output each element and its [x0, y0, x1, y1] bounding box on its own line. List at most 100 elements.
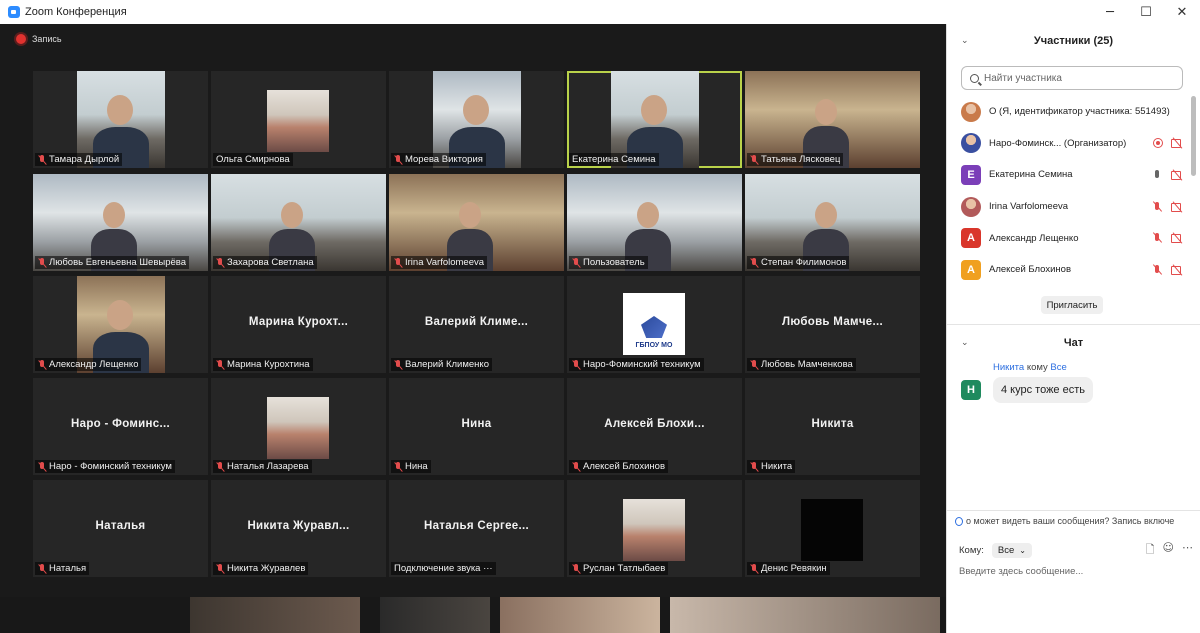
mic-muted-icon [216, 257, 225, 268]
tile-display-name: Наталья Сергее... [423, 520, 529, 532]
emoji-icon[interactable]: ☺ [1163, 541, 1174, 560]
mic-icon[interactable] [1151, 169, 1163, 180]
video-tile[interactable]: Денис Ревякин [745, 480, 920, 577]
participant-name: Пользователь [583, 257, 645, 268]
participant-name: Наро-Фоминск... (Организатор) [989, 137, 1127, 149]
mic-muted-icon [750, 563, 759, 574]
participant-search-input[interactable]: Найти участника [961, 66, 1183, 90]
cam-muted-icon[interactable] [1171, 170, 1183, 180]
participant-row[interactable]: Irina Varfolomeeva [961, 191, 1183, 223]
chat-to-prefix: кому [1026, 362, 1048, 373]
tile-name-bar: Никита Журавлев [213, 562, 309, 575]
person-silhouette [463, 95, 489, 125]
collapse-chevron-icon[interactable]: ⌄ [961, 36, 969, 46]
rec-icon[interactable] [1153, 138, 1163, 149]
recipient-select[interactable]: Все ⌄ [991, 543, 1032, 558]
video-tile[interactable]: Ольга Смирнова [211, 71, 386, 168]
tile-name-bar: Степан Филимонов [747, 256, 850, 269]
zoom-window: Zoom Конференция ─ ☐ ✕ Запись Тамара Дыр… [0, 0, 1200, 633]
file-icon[interactable]: 🗋 [1146, 541, 1155, 560]
cam-muted-icon[interactable] [1171, 265, 1183, 275]
chevron-down-icon: ⌄ [1019, 546, 1026, 555]
minimize-button[interactable]: ─ [1092, 0, 1128, 24]
mic-muted-icon [216, 563, 225, 574]
tile-name-bar: Никита [747, 460, 796, 473]
video-tile[interactable]: Irina Varfolomeeva [389, 174, 564, 271]
video-tile[interactable]: Александр Лещенко [33, 276, 208, 373]
invite-button[interactable]: Пригласить [1041, 296, 1103, 314]
video-tile[interactable]: Любовь Мамче... Любовь Мамченкова [745, 276, 920, 373]
mic-muted-icon [38, 154, 47, 165]
participant-row[interactable]: A Алексей Блохинов [961, 254, 1183, 286]
video-tile[interactable]: Екатерина Семина [567, 71, 742, 168]
video-tile[interactable]: ГБПОУ МО Наро-Фоминский техникум [567, 276, 742, 373]
recording-indicator[interactable]: Запись [16, 34, 62, 44]
chat-visibility-notice[interactable]: о может видеть ваши сообщения? Запись вк… [955, 516, 1199, 526]
video-tile[interactable]: Наталья Лазарева [211, 378, 386, 475]
video-tile[interactable]: Никита Никита [745, 378, 920, 475]
video-tile[interactable]: Морева Виктория [389, 71, 564, 168]
video-tile[interactable]: Валерий Климе... Валерий Клименко [389, 276, 564, 373]
participant-row[interactable]: О (Я, идентификатор участника: 551493) [961, 96, 1183, 128]
video-tile[interactable]: Наталья Наталья [33, 480, 208, 577]
participant-row[interactable]: A Александр Лещенко [961, 222, 1183, 254]
participant-status-icons [1151, 264, 1183, 275]
participant-name: Любовь Евгеньевна Шевырёва [49, 257, 186, 268]
participants-header: ⌄ Участники (25) [947, 24, 1200, 58]
video-tile[interactable]: Наро - Фоминс... Наро - Фоминский технику… [33, 378, 208, 475]
chat-sender-avatar: H [961, 380, 981, 400]
chat-message: Никита кому Все H 4 курс тоже есть [961, 362, 1183, 403]
close-button[interactable]: ✕ [1164, 0, 1200, 24]
video-tile[interactable]: Татьяна Лясковец [745, 71, 920, 168]
mic-muted-icon[interactable] [1151, 201, 1163, 212]
video-tile[interactable]: Наталья Сергее... Подключение звука ··· [389, 480, 564, 577]
participants-scrollbar[interactable] [1191, 96, 1196, 176]
chat-message-input[interactable]: Введите здесь сообщение... [959, 566, 1083, 577]
video-tile[interactable]: Алексей Блохи... Алексей Блохинов [567, 378, 742, 475]
video-tile[interactable]: Тамара Дырлой [33, 71, 208, 168]
background-photo [670, 597, 940, 633]
side-panel: ⌄ Участники (25) Найти участника О (Я, и… [946, 24, 1200, 633]
participant-avatar [961, 101, 981, 122]
participant-row[interactable]: E Екатерина Семина [961, 159, 1183, 191]
chat-sender[interactable]: Никита [993, 362, 1024, 373]
cam-muted-icon[interactable] [1171, 138, 1183, 149]
participant-name: Тамара Дырлой [49, 154, 120, 165]
participant-status-icons [1153, 138, 1183, 149]
person-silhouette [459, 202, 481, 228]
tile-display-name: Любовь Мамче... [782, 316, 883, 328]
chat-recipient[interactable]: Все [1050, 362, 1066, 373]
tile-name-bar: Марина Курохтина [213, 358, 313, 371]
mic-muted-icon[interactable] [1151, 233, 1163, 243]
window-title: Zoom Конференция [25, 6, 127, 18]
cam-muted-icon[interactable] [1171, 202, 1183, 212]
chat-recipient-row: Кому: Все ⌄ 🗋 ☺ ⋯ [959, 541, 1193, 560]
more-icon[interactable]: ⋯ [1182, 541, 1193, 560]
maximize-button[interactable]: ☐ [1128, 0, 1164, 24]
background-strip [0, 597, 946, 633]
tile-name-bar: Захарова Светлана [213, 256, 317, 269]
tile-display-name: Никита Журавл... [247, 520, 350, 532]
video-tile[interactable]: Захарова Светлана [211, 174, 386, 271]
mic-muted-icon[interactable] [1151, 264, 1163, 275]
mic-muted-icon [394, 154, 403, 165]
video-tile[interactable]: Нина Нина [389, 378, 564, 475]
participant-status-icons [1151, 169, 1183, 180]
participant-name: Морева Виктория [405, 154, 483, 165]
background-photo [500, 597, 660, 633]
tile-name-bar: Валерий Клименко [391, 358, 492, 371]
video-tile[interactable]: Любовь Евгеньевна Шевырёва [33, 174, 208, 271]
video-tile[interactable]: Никита Журавл... Никита Журавлев [211, 480, 386, 577]
participant-name: Никита [761, 461, 793, 472]
video-tile[interactable]: Руслан Татлыбаев [567, 480, 742, 577]
recording-label: Запись [32, 34, 62, 44]
video-tile[interactable]: Пользователь [567, 174, 742, 271]
participant-row[interactable]: Наро-Фоминск... (Организатор) [961, 128, 1183, 160]
tile-name-bar: Irina Varfolomeeva [391, 256, 488, 269]
tile-display-name: Марина Курохт... [248, 316, 349, 328]
video-tile[interactable]: Марина Курохт... Марина Курохтина [211, 276, 386, 373]
cam-muted-icon[interactable] [1171, 233, 1183, 244]
mic-muted-icon [750, 461, 759, 472]
video-tile[interactable]: Степан Филимонов [745, 174, 920, 271]
collapse-chevron-icon[interactable]: ⌄ [961, 338, 969, 348]
